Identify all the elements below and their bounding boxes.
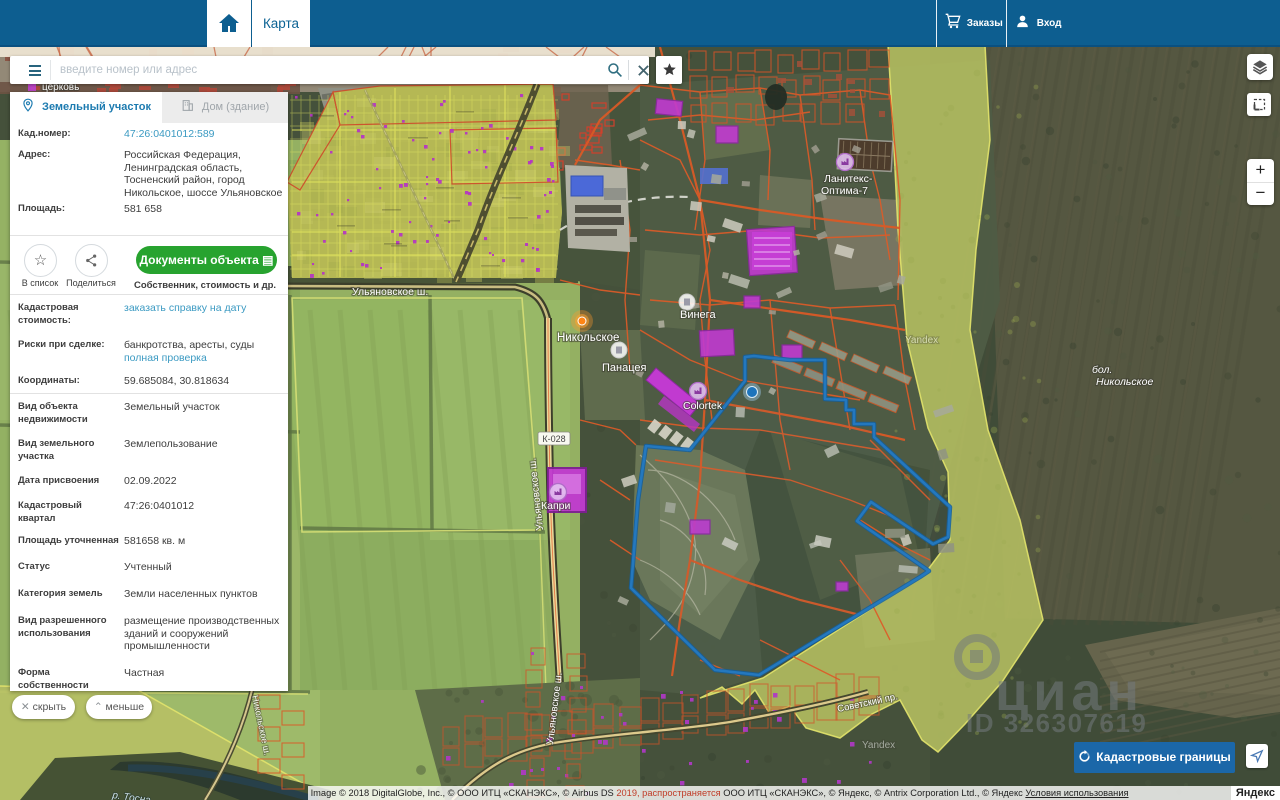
svg-text:Панацея: Панацея	[602, 362, 647, 374]
svg-text:Yandex: Yandex	[862, 740, 895, 751]
svg-text:ID 326307619: ID 326307619	[966, 708, 1147, 738]
svg-text:К-028: К-028	[542, 434, 565, 444]
svg-text:Никольское: Никольское	[1096, 376, 1153, 388]
svg-text:Никольское: Никольское	[557, 332, 619, 344]
svg-text:бол.: бол.	[1092, 364, 1112, 376]
svg-text:Оптима-7: Оптима-7	[821, 185, 868, 197]
svg-text:Ульяновское ш.: Ульяновское ш.	[352, 286, 428, 298]
svg-text:Винега: Винега	[680, 309, 716, 321]
svg-text:Colortek: Colortek	[683, 400, 723, 412]
svg-text:Yandex: Yandex	[905, 335, 938, 346]
svg-text:Капри: Капри	[541, 500, 570, 512]
svg-text:Ланитекс-: Ланитекс-	[824, 173, 873, 185]
